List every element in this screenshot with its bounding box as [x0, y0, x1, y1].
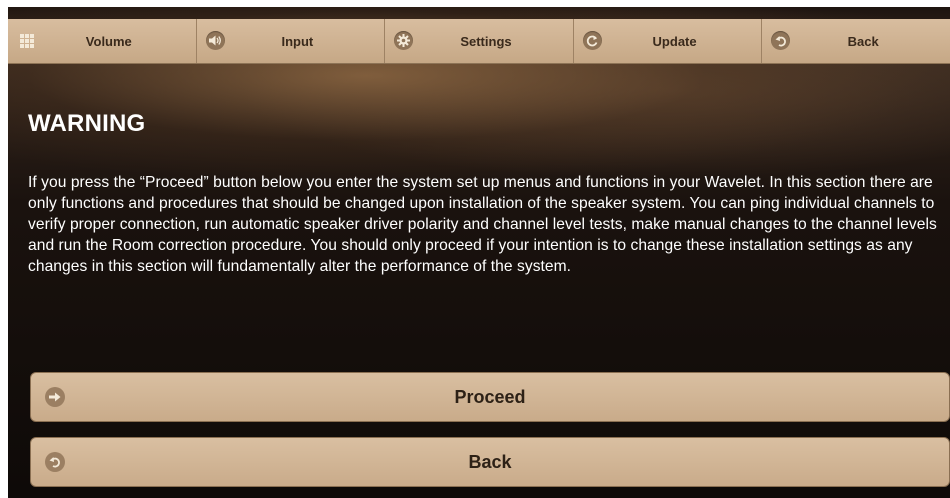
nav-update-button[interactable]: Update	[574, 19, 763, 63]
nav-back-label: Back	[847, 33, 879, 49]
nav-input-button[interactable]: Input	[197, 19, 386, 63]
nav-back-button[interactable]: Back	[762, 19, 950, 63]
proceed-label: Proceed	[454, 386, 526, 407]
app-frame: Volume Input Settings Update Back WARNIN…	[8, 7, 950, 498]
warning-message: If you press the “Proceed” button below …	[28, 174, 937, 275]
arrow-right-icon	[45, 387, 65, 407]
speaker-icon	[205, 31, 225, 50]
top-nav-bar: Volume Input Settings Update Back	[8, 19, 950, 64]
grid-icon	[17, 31, 36, 50]
nav-input-label: Input	[281, 33, 314, 49]
refresh-icon	[582, 31, 602, 50]
nav-update-label: Update	[652, 33, 697, 49]
nav-settings-button[interactable]: Settings	[385, 19, 574, 63]
back-label: Back	[468, 451, 512, 472]
warning-title: WARNING	[28, 110, 146, 137]
nav-volume-button[interactable]: Volume	[8, 19, 197, 63]
back-arrow-icon	[45, 452, 65, 472]
nav-settings-label: Settings	[460, 33, 512, 49]
nav-volume-label: Volume	[85, 33, 132, 49]
proceed-button[interactable]: Proceed	[30, 372, 950, 422]
back-button[interactable]: Back	[30, 437, 950, 487]
